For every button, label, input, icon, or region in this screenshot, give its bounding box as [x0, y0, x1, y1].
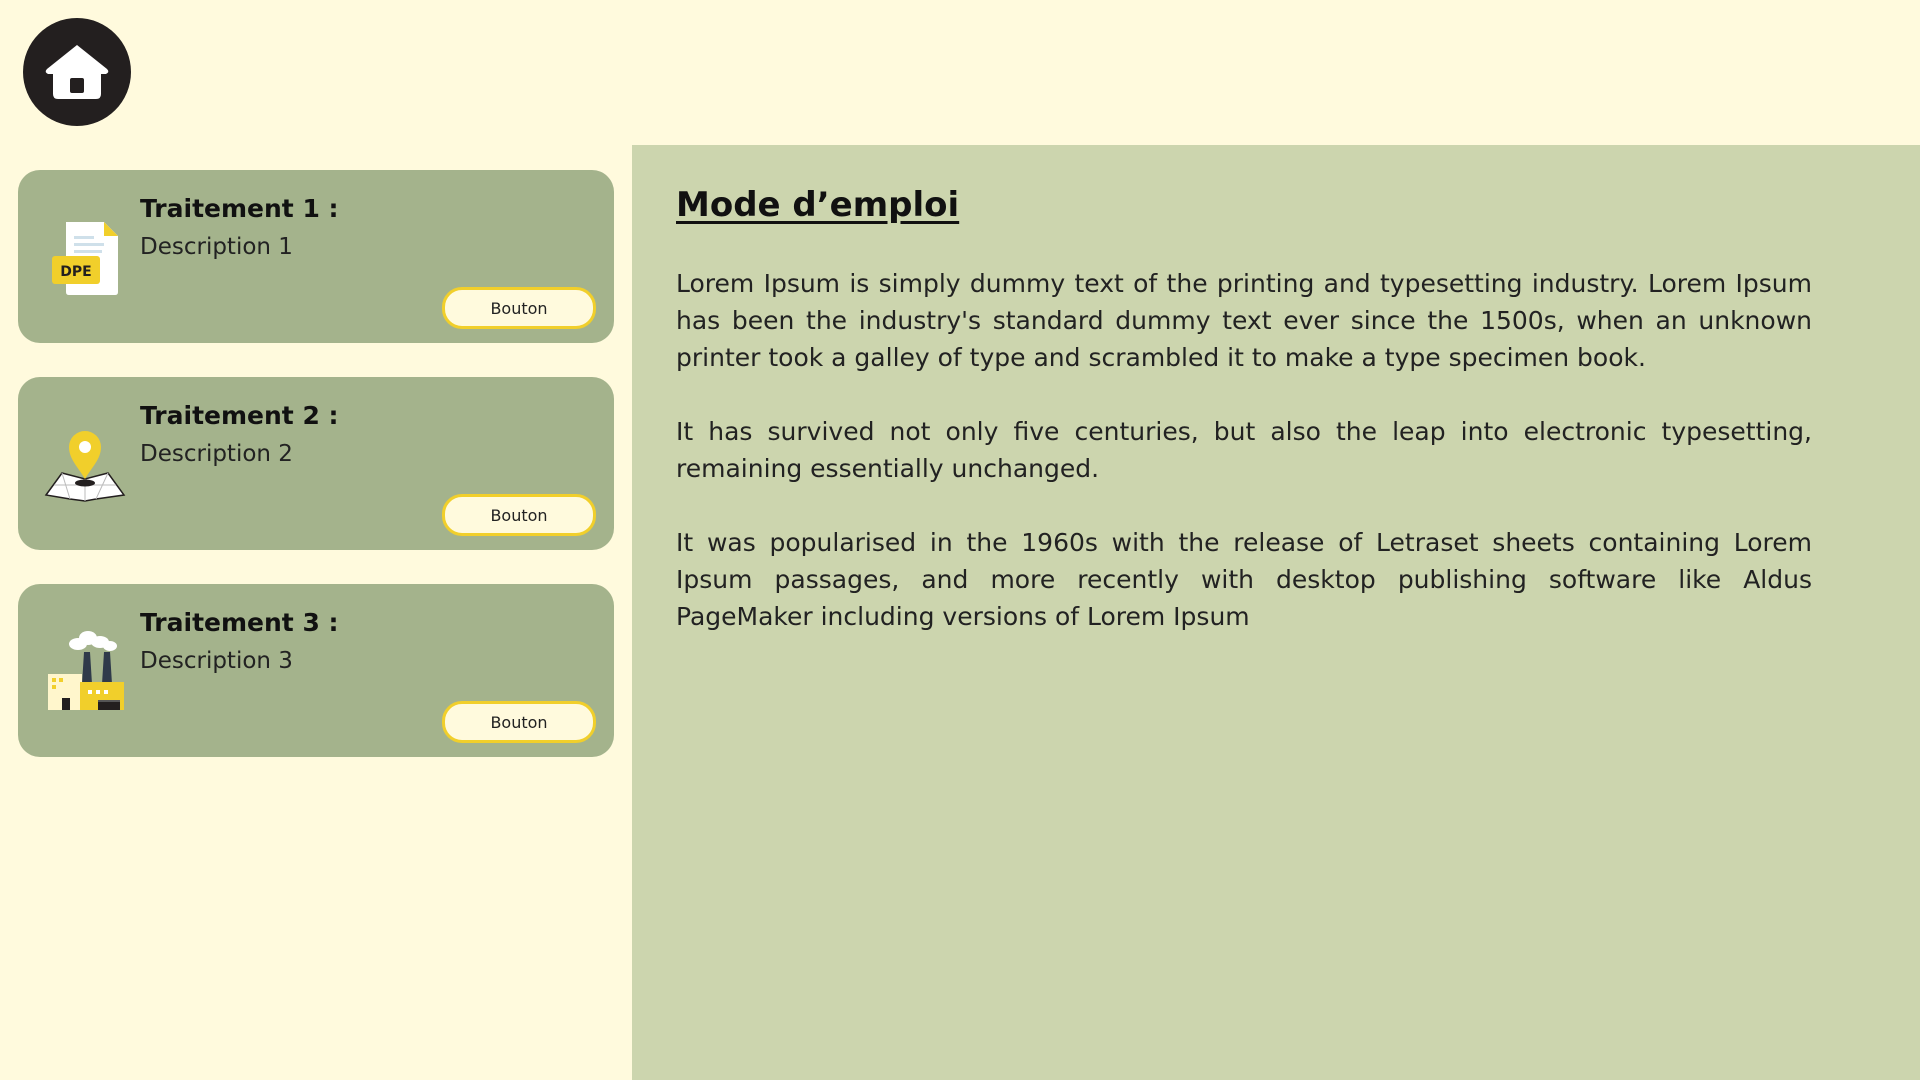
instructions-panel: Mode d’emploi Lorem Ipsum is simply dumm… — [632, 145, 1920, 1080]
treatment-card-2: Traitement 2 : Description 2 Bouton — [18, 377, 614, 550]
instructions-paragraph-3: It was popularised in the 1960s with the… — [676, 528, 1812, 631]
treatment-list: DPE Traitement 1 : Description 1 Bouton … — [18, 170, 614, 791]
map-pin-icon — [44, 431, 126, 502]
instructions-body: Lorem Ipsum is simply dummy text of the … — [676, 265, 1812, 672]
card-1-button[interactable]: Bouton — [442, 287, 596, 329]
home-button[interactable] — [23, 18, 131, 126]
card-title: Traitement 1 : — [140, 194, 339, 223]
card-title: Traitement 2 : — [140, 401, 339, 430]
card-title: Traitement 3 : — [140, 608, 339, 637]
instructions-title: Mode d’emploi — [676, 185, 960, 225]
card-2-button[interactable]: Bouton — [442, 494, 596, 536]
dpe-document-icon: DPE — [52, 222, 118, 295]
dpe-label: DPE — [60, 264, 91, 280]
instructions-paragraph-2: It has survived not only five centuries,… — [676, 417, 1812, 483]
instructions-paragraph-1: Lorem Ipsum is simply dummy text of the … — [676, 269, 1812, 372]
factory-icon — [48, 631, 124, 710]
card-description: Description 2 — [140, 441, 293, 467]
home-icon — [45, 45, 109, 99]
card-description: Description 3 — [140, 648, 293, 674]
treatment-card-3: Traitement 3 : Description 3 Bouton — [18, 584, 614, 757]
card-description: Description 1 — [140, 234, 293, 260]
card-3-button[interactable]: Bouton — [442, 701, 596, 743]
treatment-card-1: DPE Traitement 1 : Description 1 Bouton — [18, 170, 614, 343]
